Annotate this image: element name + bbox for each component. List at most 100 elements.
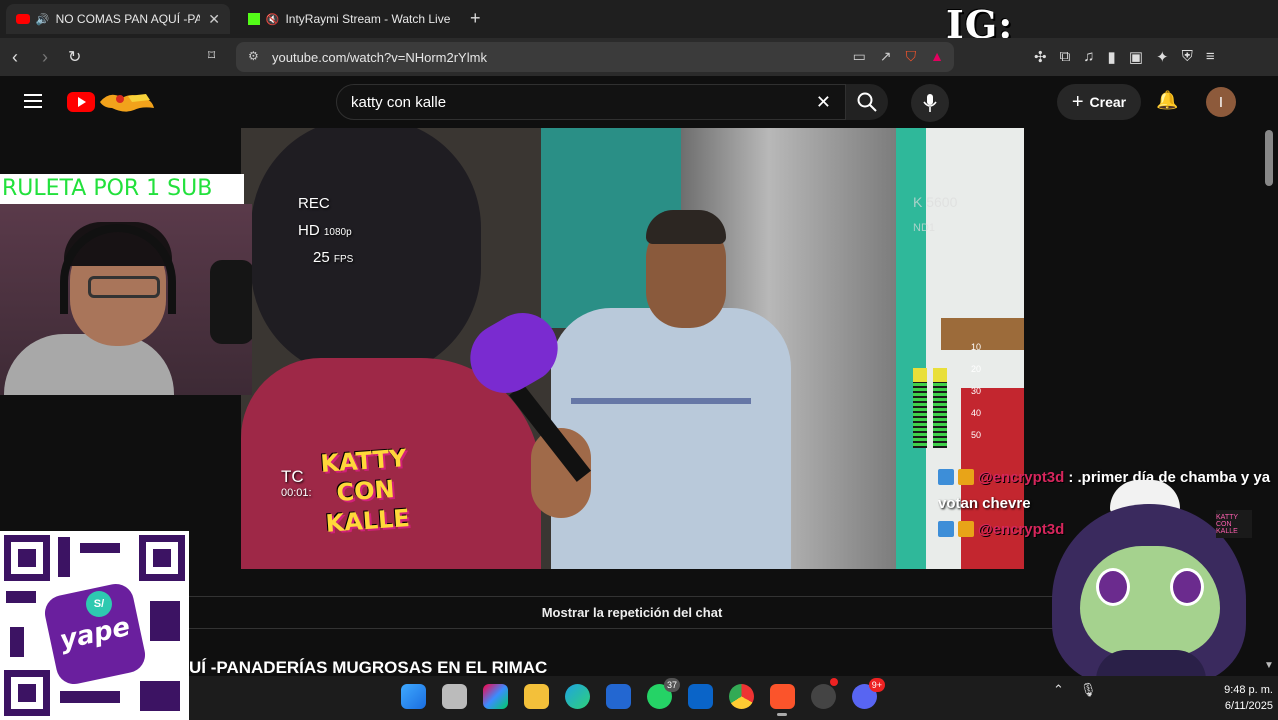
kick-favicon-icon (248, 13, 260, 25)
windows-start-icon[interactable] (401, 684, 426, 709)
osd-fps-value: 25 (313, 249, 330, 266)
task-view-icon[interactable] (442, 684, 467, 709)
streamer-webcam (0, 204, 252, 395)
obs-icon[interactable] (811, 678, 838, 709)
crown-badge-icon (958, 521, 974, 537)
chat-replay-button[interactable]: Mostrar la repetición del chat (189, 596, 1075, 629)
menu-icon[interactable]: ≡ (1206, 48, 1215, 66)
search-button[interactable] (846, 84, 888, 120)
browser-toolbar: ‹ › ↻ ⌑ ⚙ youtube.com/watch?v=NHorm2rYlm… (0, 38, 1278, 76)
wallet-icon[interactable]: ▣ (1129, 48, 1143, 66)
tray-chevron-icon[interactable]: ⌃ (1053, 682, 1064, 698)
new-tab-button[interactable]: + (470, 8, 481, 29)
bookmark-icon[interactable]: ⌑ (208, 47, 215, 64)
active-indicator (777, 713, 787, 716)
osd-resolution: 1080p (323, 227, 352, 238)
back-icon[interactable]: ‹ (12, 47, 18, 68)
search-query: katty con kalle (351, 93, 447, 111)
leo-ai-icon[interactable]: ✦ (1156, 48, 1169, 66)
copilot-icon[interactable] (483, 684, 508, 709)
brave-rewards-icon[interactable]: ▲ (930, 48, 944, 65)
extensions-icon[interactable]: ✣ (1034, 48, 1047, 66)
avatar[interactable]: I (1206, 87, 1236, 117)
chrome-icon[interactable] (729, 684, 754, 709)
qr-finder (4, 670, 50, 716)
site-settings-icon[interactable]: ⚙ (248, 49, 259, 63)
search-input[interactable]: katty con kalle ✕ (336, 84, 846, 120)
youtube-header: katty con kalle ✕ + Crear 🔔 I (0, 76, 1278, 128)
whatsapp-icon[interactable]: 37 (647, 678, 680, 709)
qr-finder (4, 535, 50, 581)
youtube-doodle-icon[interactable] (98, 88, 156, 114)
meter-tick: 20 (971, 364, 982, 374)
clear-search-icon[interactable]: ✕ (816, 92, 831, 113)
osd-tc: TC (281, 467, 304, 486)
forward-icon[interactable]: › (42, 47, 48, 68)
edge-icon[interactable] (565, 684, 590, 709)
taskbar-clock[interactable]: 9:48 p. m. 6/11/2025 (1209, 682, 1273, 714)
file-explorer-icon[interactable] (524, 684, 549, 709)
video-player[interactable]: REC HD 1080p 25 FPS TC 00:01: KATTY CON … (241, 128, 1024, 569)
media-icon[interactable]: ♫ (1083, 48, 1094, 66)
webcam-glasses (88, 276, 160, 298)
discord-badge: 9+ (868, 678, 885, 692)
close-tab-icon[interactable]: ✕ (208, 11, 220, 28)
address-bar[interactable]: ⚙ youtube.com/watch?v=NHorm2rYlmk ▭ ↗ ⛉ … (236, 42, 954, 72)
outlook-icon[interactable] (688, 684, 713, 709)
youtube-logo-icon[interactable] (67, 92, 95, 112)
cast-icon[interactable]: ▭ (853, 48, 866, 65)
tab-label: IntyRaymi Stream - Watch Live on (285, 12, 452, 26)
video-scene-shirt-stripe (571, 398, 751, 404)
share-icon[interactable]: ↗ (880, 48, 892, 65)
taskbar-apps: 37 9+ (401, 678, 885, 716)
hamburger-menu-icon[interactable] (24, 94, 42, 108)
qr-module (58, 537, 70, 577)
microphone-icon (923, 94, 937, 112)
create-button[interactable]: + Crear (1057, 84, 1141, 120)
webcam-shirt (4, 334, 174, 395)
audio-meter-bar (933, 368, 947, 448)
chat-text: votan chevre (938, 494, 1031, 512)
reload-icon[interactable]: ↻ (68, 47, 81, 67)
osd-fps-unit: FPS (333, 254, 354, 265)
notifications-bell-icon[interactable]: 🔔 (1156, 90, 1178, 111)
show-logo: KATTY CON KALLE (319, 444, 411, 538)
brave-icon[interactable] (770, 684, 795, 716)
sidebar-icon[interactable]: ▮ (1108, 48, 1116, 66)
qr-module (80, 543, 120, 553)
search-icon (857, 92, 877, 112)
page-scrollbar[interactable] (1265, 130, 1273, 186)
webcam-chair (210, 260, 252, 344)
osd-hd: HD 1080p (298, 222, 352, 239)
osd-hd-label: HD (298, 222, 320, 239)
video-scene-man-shirt (551, 308, 791, 569)
osd-fps: 25 FPS (313, 249, 353, 266)
microsoft-store-icon[interactable] (606, 684, 631, 709)
meter-tick: 10 (971, 342, 982, 352)
windows-taskbar: 37 9+ ⌃ 🎙 9:48 p. m. 6/11/2025 (189, 676, 1278, 720)
voice-search-button[interactable] (911, 84, 949, 122)
video-scene-man-hair (646, 210, 726, 244)
mute-icon[interactable]: 🔇 (266, 13, 280, 26)
brave-shield-icon[interactable]: ⛉ (906, 48, 917, 65)
url-actions: ▭ ↗ ⛉ ▲ (853, 48, 944, 65)
audio-meter (913, 368, 947, 448)
discord-icon[interactable]: 9+ (852, 678, 885, 709)
moderator-badge-icon (938, 469, 954, 485)
screenshot-icon[interactable]: ⧉ (1060, 48, 1071, 66)
ruleta-banner: RULETA POR 1 SUB (0, 174, 244, 204)
osd-timecode: 00:01: (281, 487, 312, 499)
video-scene-reporter-head (251, 128, 481, 378)
speaker-icon[interactable]: 🔊 (36, 13, 50, 26)
yape-qr-code: yape S/ (0, 531, 189, 720)
qr-finder (139, 535, 185, 581)
vpn-icon[interactable]: ⛨ (1182, 48, 1193, 66)
tray-mic-icon[interactable]: 🎙 (1080, 682, 1097, 698)
audio-meter-scale: 10 20 30 40 50 (971, 336, 981, 446)
scroll-down-icon[interactable]: ▼ (1264, 660, 1274, 671)
tab-youtube[interactable]: 🔊 NO COMAS PAN AQUÍ -PANA ✕ (6, 4, 230, 34)
clock-date: 6/11/2025 (1224, 700, 1273, 712)
yape-coin-icon: S/ (86, 591, 112, 617)
crown-badge-icon (958, 469, 974, 485)
tab-kick[interactable]: 🔇 IntyRaymi Stream - Watch Live on (238, 4, 462, 34)
